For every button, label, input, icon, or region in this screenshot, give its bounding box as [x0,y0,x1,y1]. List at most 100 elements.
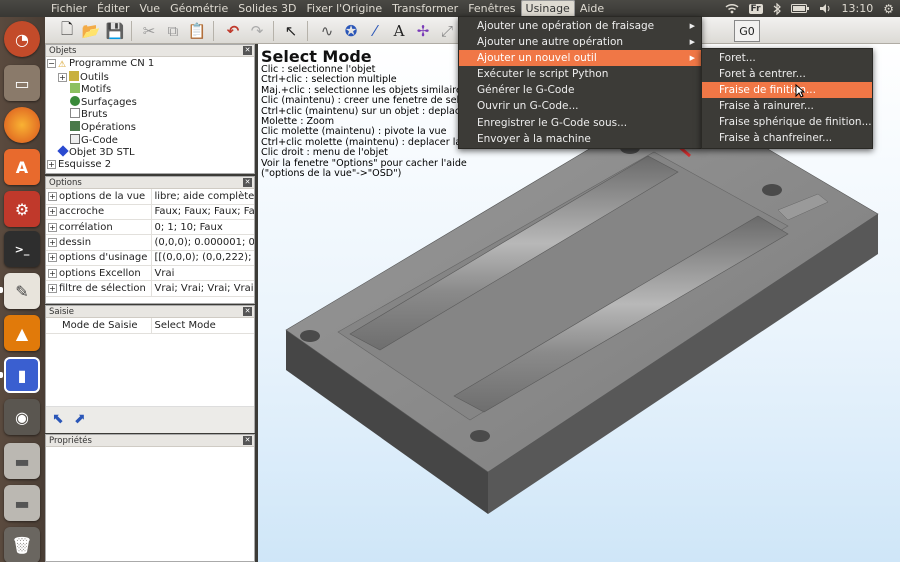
select-window-icon[interactable]: ⬈ [74,411,86,427]
point-icon[interactable]: ✢ [413,21,433,41]
close-icon[interactable]: ✕ [243,436,252,445]
volume-icon[interactable] [819,3,832,14]
system-tray: Fr 13:10 ⚙ [725,0,894,17]
copy-icon[interactable]: ⧉ [163,21,183,41]
warning-icon: ⚠ [58,60,67,70]
menu-item-foret-a-centrer[interactable]: Foret à centrer... [702,66,872,82]
menu-editer[interactable]: Éditer [92,0,135,17]
tree-item-objet-3d-stl[interactable]: Objet 3D STL [46,145,254,159]
menu-geometrie[interactable]: Géométrie [165,0,233,17]
table-row[interactable]: Mode de Saisie Select Mode [46,318,254,334]
cut-icon[interactable]: ✂ [139,21,159,41]
firefox-icon[interactable] [4,107,40,143]
close-icon[interactable]: ✕ [243,307,252,316]
menu-vue[interactable]: Vue [135,0,166,17]
select-pointer-icon[interactable]: ↖ [281,21,301,41]
table-row[interactable]: + options de la vue libre; aide complète; [46,189,254,205]
menu-item-ajouter-nouvel-outil[interactable]: Ajouter un nouvel outil ▶ [459,50,701,67]
table-row[interactable]: + corrélation 0; 1; 10; Faux [46,219,254,236]
paste-icon[interactable]: 📋 [187,21,207,41]
open-folder-icon[interactable]: 📂 [81,21,101,41]
menu-fixer-origine[interactable]: Fixer l'Origine [302,0,388,17]
table-row[interactable]: + options d'usinage [[(0,0,0); (0,0,222); … [46,250,254,266]
toolbar-separator [273,21,274,41]
new-file-icon[interactable]: 🗋 [57,20,77,41]
menu-solides-3d[interactable]: Solides 3D [233,0,301,17]
expand-icon[interactable]: + [48,207,57,217]
trash-icon[interactable]: 🗑 [4,527,40,562]
menu-transformer[interactable]: Transformer [387,0,463,17]
undo-icon[interactable]: ↶ [223,21,243,41]
clock[interactable]: 13:10 [842,2,874,15]
menu-fichier[interactable]: Fichier [46,0,92,17]
tree-item-bruts[interactable]: Bruts [46,108,254,121]
toolbar-separator [213,21,214,41]
files-icon[interactable]: ▭ [4,65,40,101]
text-editor-icon[interactable]: ✎ [4,273,40,309]
battery-icon[interactable] [790,4,809,13]
expand-icon[interactable]: + [48,238,57,248]
camera-icon[interactable]: ◉ [4,399,40,435]
spline-icon[interactable]: ∿ [317,21,337,41]
menu-usinage[interactable]: Usinage [520,0,575,17]
expand-icon[interactable]: + [48,283,57,293]
vlc-icon[interactable]: ▲ [4,315,40,351]
software-center-icon[interactable]: A [4,149,40,185]
keyboard-layout-indicator[interactable]: Fr [748,3,763,14]
tree-item-programme-cn[interactable]: − ⚠ Programme CN 1 [46,58,254,71]
menu-item-executer-script-python[interactable]: Exécuter le script Python [459,66,701,82]
measure-icon[interactable]: ⤢ [437,21,457,41]
expand-icon[interactable]: + [48,222,57,232]
menu-item-foret[interactable]: Foret... [702,50,872,66]
menu-item-fraise-a-chanfreiner[interactable]: Fraise à chanfreiner... [702,130,872,146]
menu-item-fraise-a-rainurer[interactable]: Fraise à rainurer... [702,98,872,114]
menu-aide[interactable]: Aide [575,0,609,17]
collapse-icon[interactable]: − [47,59,56,68]
tree-item-outils[interactable]: + Outils [46,70,254,84]
tree-item-motifs[interactable]: Motifs [46,83,254,96]
folder-icon [69,70,79,81]
menu-item-generer-g-code[interactable]: Générer le G-Code [459,82,701,98]
g0-button[interactable]: G0 [734,20,760,42]
submenu-arrow-icon: ▶ [689,54,695,63]
menu-item-fraise-de-finition[interactable]: Fraise de finition... [702,82,872,99]
text-icon[interactable]: A [389,21,409,41]
drive-icon[interactable]: ▬ [4,443,40,479]
menu-item-fraise-spherique[interactable]: Fraise sphérique de finition... [702,114,872,130]
redo-icon[interactable]: ↷ [247,21,267,41]
menu-item-enregistrer-g-code[interactable]: Enregistrer le G-Code sous... [459,115,701,131]
table-row[interactable]: + filtre de sélection Vrai; Vrai; Vrai; Vr… [46,280,254,297]
bluetooth-icon[interactable] [773,2,781,15]
expand-icon[interactable]: + [47,159,56,169]
tree-item-g-code[interactable]: G-Code [46,133,254,147]
terminal-icon[interactable]: >_ [4,231,40,267]
expand-icon[interactable]: + [48,253,57,263]
expand-icon[interactable]: + [48,268,57,278]
close-icon[interactable]: ✕ [243,46,252,55]
menu-item-ouvrir-g-code[interactable]: Ouvrir un G-Code... [459,98,701,114]
expand-icon[interactable]: + [48,191,57,201]
expand-icon[interactable]: + [58,72,67,82]
table-row[interactable]: +dessin(0,0,0); 0.000001; 0.00 [46,234,254,251]
tree-item-esquisse-2[interactable]: + Esquisse 2 [46,159,254,172]
circle-icon[interactable]: ✪ [341,21,361,41]
system-settings-icon[interactable]: ⚙ [4,191,40,227]
drive-icon[interactable]: ▬ [4,485,40,521]
menu-item-ajouter-operation-fraisage[interactable]: Ajouter une opération de fraisage ▶ [459,18,701,34]
dash-home-icon[interactable]: ◔ [4,21,40,57]
database-app-icon[interactable]: ▮ [4,357,40,393]
table-row[interactable]: + options Excellon Vrai [46,265,254,282]
settings-gear-icon[interactable]: ⚙ [883,2,894,16]
select-cursor-icon[interactable]: ⬉ [52,411,64,427]
wifi-icon[interactable] [725,3,739,14]
tree-item-surfacages[interactable]: Surfaçages [46,95,254,109]
close-icon[interactable]: ✕ [243,178,252,187]
line-icon[interactable]: ⁄ [365,21,385,41]
menu-item-envoyer-machine[interactable]: Envoyer à la machine [459,131,701,147]
pattern-icon [70,83,80,94]
table-row[interactable]: +accrocheFaux; Faux; Faux; Faux [46,204,254,221]
menu-fenetres[interactable]: Fenêtres [463,0,520,17]
menu-item-ajouter-autre-operation[interactable]: Ajouter une autre opération ▶ [459,34,701,50]
tree-item-operations[interactable]: Opérations [46,120,254,134]
save-icon[interactable]: 💾 [105,21,125,41]
